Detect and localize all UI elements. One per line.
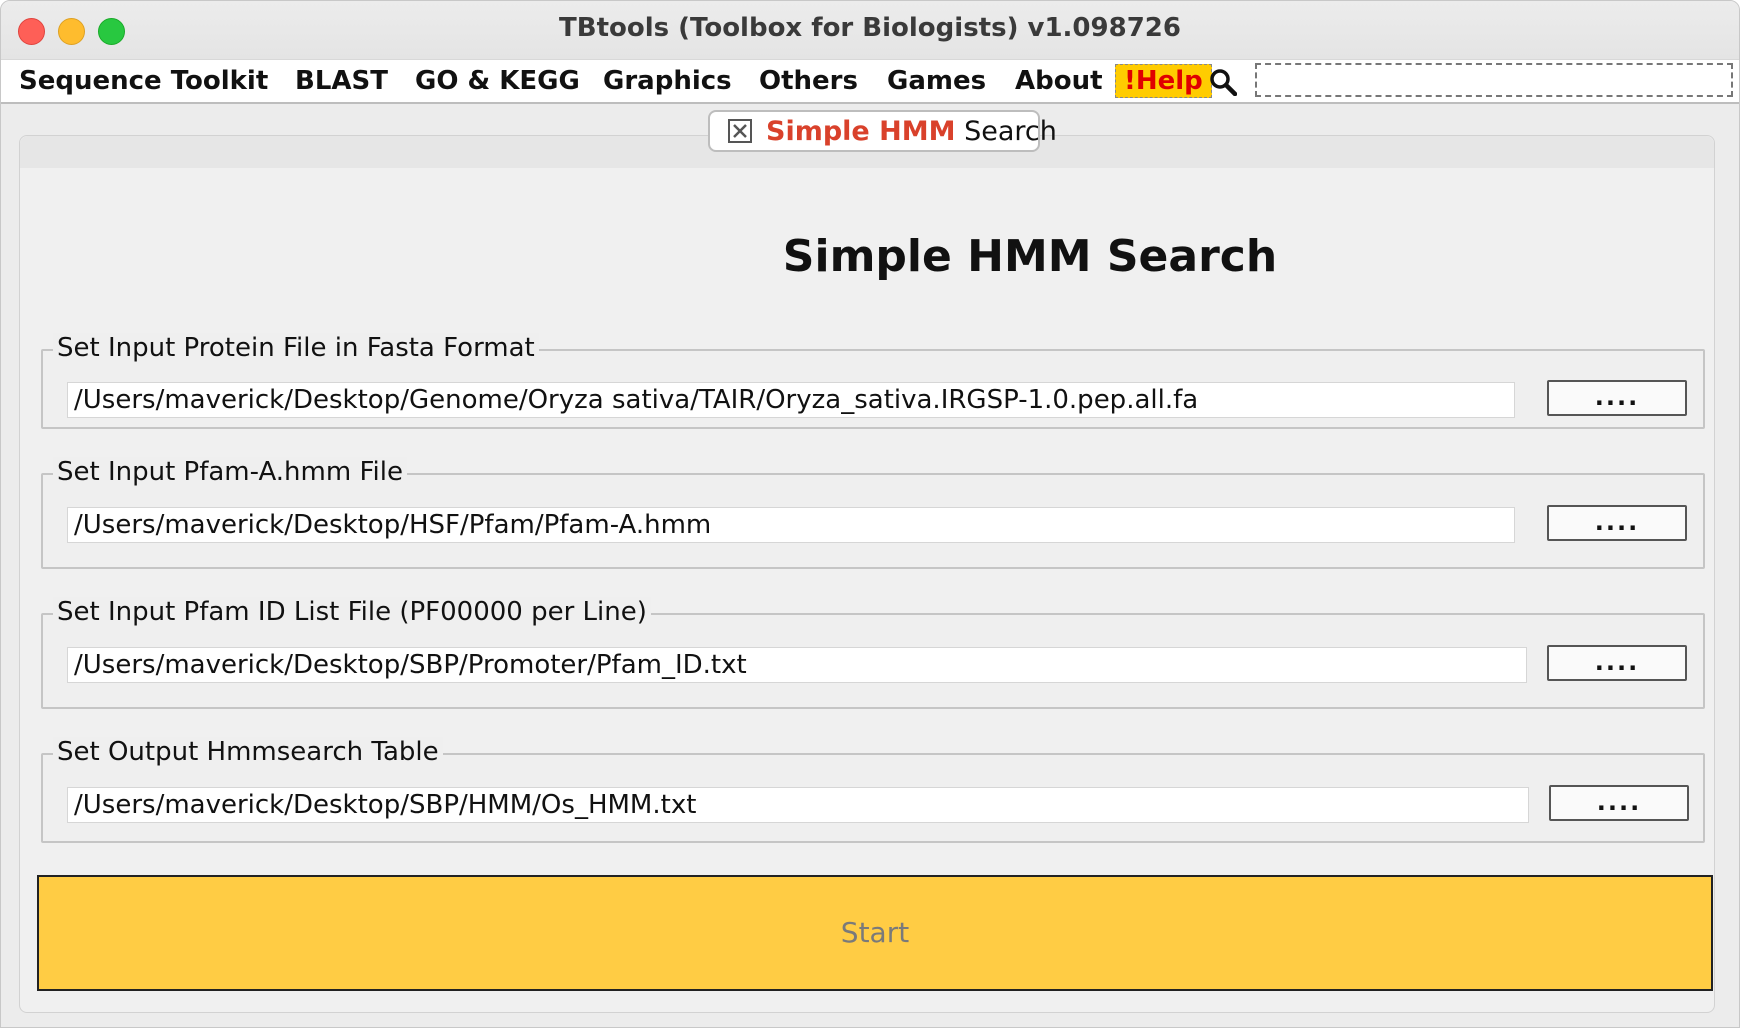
menu-graphics[interactable]: Graphics <box>603 64 732 98</box>
pfam-hmm-input[interactable]: /Users/maverick/Desktop/HSF/Pfam/Pfam-A.… <box>67 507 1515 543</box>
pfam-hmm-label: Set Input Pfam-A.hmm File <box>53 457 407 487</box>
menu-others[interactable]: Others <box>759 64 858 98</box>
window-title: TBtools (Toolbox for Biologists) v1.0987… <box>559 13 1181 43</box>
page-title: Simple HMM Search <box>782 231 1278 282</box>
pfam-id-list-label: Set Input Pfam ID List File (PF00000 per… <box>53 597 651 627</box>
protein-file-input[interactable]: /Users/maverick/Desktop/Genome/Oryza sat… <box>67 382 1515 418</box>
title-bar: TBtools (Toolbox for Biologists) v1.0987… <box>1 1 1739 59</box>
pfam-id-list-input[interactable]: /Users/maverick/Desktop/SBP/Promoter/Pfa… <box>67 647 1527 683</box>
search-input[interactable] <box>1255 63 1733 97</box>
app-window: TBtools (Toolbox for Biologists) v1.0987… <box>0 0 1740 1028</box>
menu-blast[interactable]: BLAST <box>295 64 388 98</box>
tab-label-accent: Simple HMM <box>766 115 956 147</box>
menu-games[interactable]: Games <box>887 64 986 98</box>
search-icon[interactable] <box>1209 68 1238 97</box>
tab-label: Simple HMM Search <box>766 116 1057 147</box>
tab-label-rest: Search <box>964 115 1057 147</box>
output-table-group: Set Output Hmmsearch Table /Users/maveri… <box>41 737 1705 843</box>
menu-help[interactable]: !Help <box>1115 64 1212 98</box>
start-button[interactable]: Start <box>37 875 1713 991</box>
menu-bar: Sequence Toolkit BLAST GO & KEGG Graphic… <box>1 59 1739 104</box>
protein-file-label: Set Input Protein File in Fasta Format <box>53 333 539 363</box>
output-table-input[interactable]: /Users/maverick/Desktop/SBP/HMM/Os_HMM.t… <box>67 787 1529 823</box>
output-table-browse-button[interactable]: .... <box>1549 785 1689 821</box>
protein-file-browse-button[interactable]: .... <box>1547 380 1687 416</box>
close-tab-icon[interactable] <box>728 119 752 143</box>
menu-sequence-toolkit[interactable]: Sequence Toolkit <box>19 64 268 98</box>
output-table-label: Set Output Hmmsearch Table <box>53 737 443 767</box>
tab-simple-hmm-search[interactable]: Simple HMM Search <box>708 110 1057 152</box>
pfam-id-list-browse-button[interactable]: .... <box>1547 645 1687 681</box>
pfam-hmm-browse-button[interactable]: .... <box>1547 505 1687 541</box>
pfam-id-list-group: Set Input Pfam ID List File (PF00000 per… <box>41 597 1705 709</box>
protein-file-group: Set Input Protein File in Fasta Format /… <box>41 333 1705 429</box>
menu-about[interactable]: About <box>1015 64 1103 98</box>
pfam-hmm-group: Set Input Pfam-A.hmm File /Users/maveric… <box>41 457 1705 569</box>
menu-go-kegg[interactable]: GO & KEGG <box>415 64 580 98</box>
